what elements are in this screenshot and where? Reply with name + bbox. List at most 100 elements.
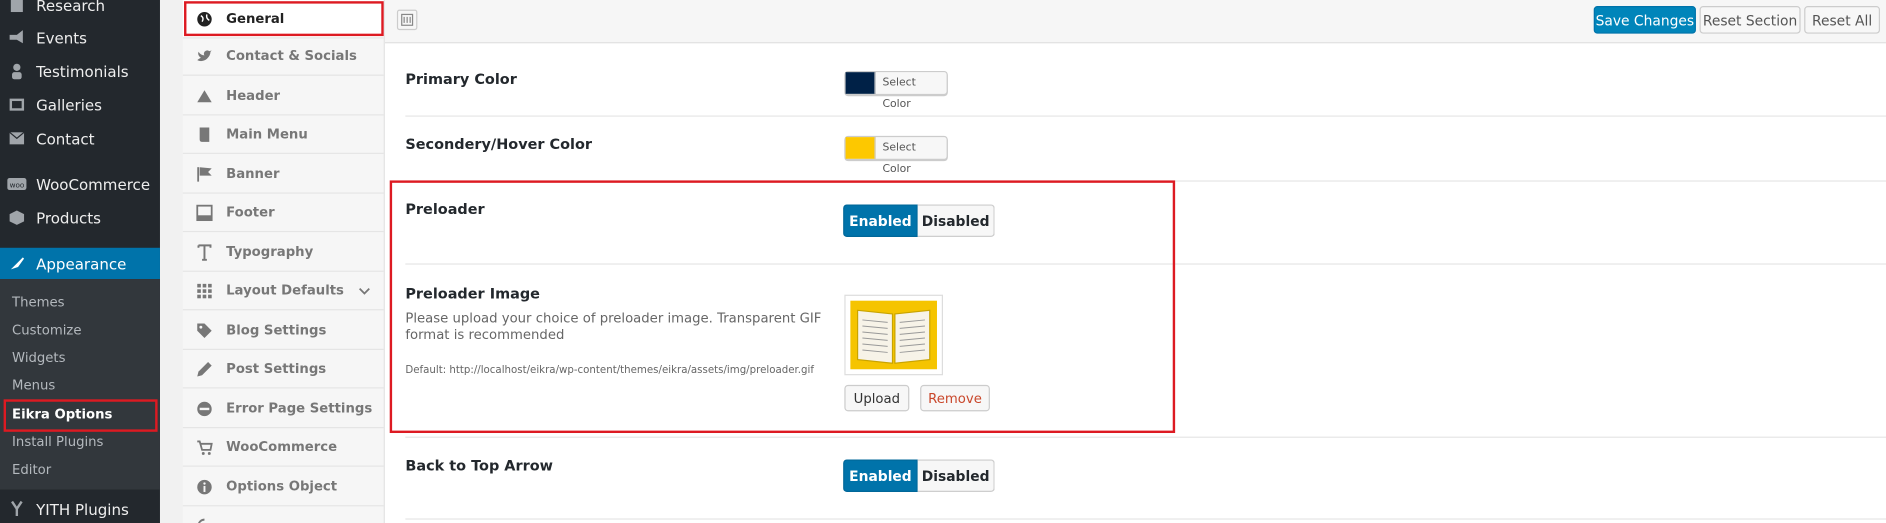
submenu-item-editor[interactable]: Editor <box>12 462 51 478</box>
menu-item-galleries[interactable]: Galleries <box>0 88 160 122</box>
menu-item-label: Research <box>36 0 106 14</box>
options-nav-label: Typography <box>226 244 314 260</box>
menu-item-woocommerce[interactable]: woo WooCommerce <box>0 167 160 201</box>
twitter-icon <box>195 49 214 63</box>
options-nav-layout-defaults[interactable]: Layout Defaults <box>182 272 384 311</box>
options-nav-post-settings[interactable]: Post Settings <box>182 350 384 389</box>
woocommerce-icon: woo <box>7 174 27 193</box>
reset-all-button[interactable]: Reset All <box>1804 6 1880 34</box>
admin-sidebar: Research Events Testimonials Galleries C… <box>0 0 160 523</box>
options-nav-options-object[interactable]: Options Object <box>182 468 384 507</box>
megaphone-icon <box>7 28 26 47</box>
options-nav-label: Error Page Settings <box>226 400 373 417</box>
primary-color-label: Primary Color <box>405 70 517 88</box>
options-toolbar: Save Changes Reset Section Reset All <box>384 0 1886 44</box>
tag-icon <box>195 322 214 339</box>
box-icon <box>7 208 26 227</box>
menu-item-appearance[interactable]: Appearance <box>0 247 160 280</box>
primary-color-swatch <box>845 72 876 94</box>
secondary-color-label: Secondery/Hover Color <box>405 135 593 153</box>
options-nav-label: WooCommerce <box>226 439 338 455</box>
row-primary-color <box>405 43 1886 117</box>
remove-button[interactable]: Remove <box>920 384 990 412</box>
preloader-image-default: Default: http://localhost/eikra/wp-conte… <box>405 364 814 377</box>
preloader-enabled-button[interactable]: Enabled <box>843 204 918 237</box>
options-nav-label: Options Object <box>226 478 338 495</box>
options-nav-label: Footer <box>226 204 275 221</box>
submenu-item-menus[interactable]: Menus <box>12 378 55 394</box>
menu-item-label: Galleries <box>36 95 103 114</box>
options-nav-label: Header <box>226 87 281 104</box>
menu-item-label: WooCommerce <box>36 175 151 194</box>
submenu-item-widgets[interactable]: Widgets <box>12 350 65 366</box>
svg-text:woo: woo <box>10 181 25 190</box>
menu-item-label: Products <box>36 208 102 227</box>
grid-icon <box>195 282 214 299</box>
pencil-icon <box>195 360 214 377</box>
person-icon <box>7 61 26 80</box>
menu-item-contact[interactable]: Contact <box>0 121 160 155</box>
refresh-icon <box>195 517 214 523</box>
preloader-image-label: Preloader Image <box>405 285 540 302</box>
preloader-disabled-button[interactable]: Disabled <box>917 204 995 237</box>
secondary-color-swatch <box>845 137 876 159</box>
options-nav: General Contact & Socials Header Main Me… <box>182 0 385 523</box>
options-nav-main-menu[interactable]: Main Menu <box>182 115 384 154</box>
preloader-label: Preloader <box>405 200 485 218</box>
expand-toggle-icon[interactable] <box>396 9 418 31</box>
save-changes-button[interactable]: Save Changes <box>1593 6 1696 34</box>
open-book-image <box>850 300 937 370</box>
options-nav-banner[interactable]: Banner <box>182 155 384 194</box>
options-nav-import-export[interactable] <box>183 506 384 523</box>
menu-item-research[interactable]: Research <box>0 0 160 22</box>
submenu-item-eikra-options[interactable]: Eikra Options <box>12 407 112 423</box>
options-nav-header[interactable]: Header <box>182 77 384 116</box>
footer-icon <box>195 204 214 221</box>
submenu-item-customize[interactable]: Customize <box>12 322 81 338</box>
back-to-top-disabled-button[interactable]: Disabled <box>917 459 995 492</box>
info-icon <box>195 478 214 495</box>
options-nav-label: General <box>226 10 285 27</box>
submenu-item-install-plugins[interactable]: Install Plugins <box>12 434 103 450</box>
menu-item-yith-plugins[interactable]: YITH Plugins <box>0 492 160 523</box>
options-nav-blog-settings[interactable]: Blog Settings <box>182 312 384 351</box>
upload-button[interactable]: Upload <box>844 384 910 412</box>
appearance-submenu: Themes Customize Widgets Menus Eikra Opt… <box>0 279 160 490</box>
preloader-toggle: Enabled Disabled <box>843 204 995 237</box>
preloader-image-description: Please upload your choice of preloader i… <box>405 310 822 343</box>
menu-item-events[interactable]: Events <box>0 20 160 54</box>
cart-icon <box>195 438 214 455</box>
options-nav-error-page-settings[interactable]: Error Page Settings <box>182 390 384 429</box>
options-nav-contact-socials[interactable]: Contact & Socials <box>182 37 384 76</box>
options-nav-woocommerce[interactable]: WooCommerce <box>182 428 384 467</box>
back-to-top-enabled-button[interactable]: Enabled <box>843 459 918 492</box>
options-nav-label: Blog Settings <box>226 322 327 338</box>
book-icon <box>195 126 214 143</box>
row-preloader-image <box>405 265 1886 438</box>
secondary-color-picker[interactable]: Select Color <box>844 135 948 176</box>
minus-circle-icon <box>195 400 214 417</box>
flag-icon <box>195 165 214 182</box>
triangle-icon <box>195 88 214 102</box>
gallery-icon <box>7 95 26 114</box>
options-nav-general[interactable]: General <box>182 0 384 39</box>
options-nav-typography[interactable]: Typography <box>182 233 384 272</box>
submenu-item-themes[interactable]: Themes <box>12 295 65 311</box>
options-nav-footer[interactable]: Footer <box>182 194 384 233</box>
text-icon <box>195 243 214 261</box>
brush-icon <box>7 254 26 273</box>
menu-item-testimonials[interactable]: Testimonials <box>0 54 160 88</box>
options-nav-label: Post Settings <box>226 360 327 377</box>
options-nav-label: Main Menu <box>226 126 308 142</box>
menu-item-products[interactable]: Products <box>0 201 160 235</box>
options-nav-label: Banner <box>226 165 280 182</box>
primary-color-picker[interactable]: Select Color <box>844 70 948 111</box>
menu-item-label: Events <box>36 28 87 47</box>
globe-icon <box>195 10 214 27</box>
yith-icon <box>7 499 26 518</box>
row-back-to-top <box>405 438 1886 520</box>
menu-item-label: Appearance <box>36 254 127 273</box>
select-color-label: Select Color <box>882 76 916 111</box>
reset-section-button[interactable]: Reset Section <box>1699 6 1801 34</box>
back-to-top-label: Back to Top Arrow <box>405 457 553 474</box>
